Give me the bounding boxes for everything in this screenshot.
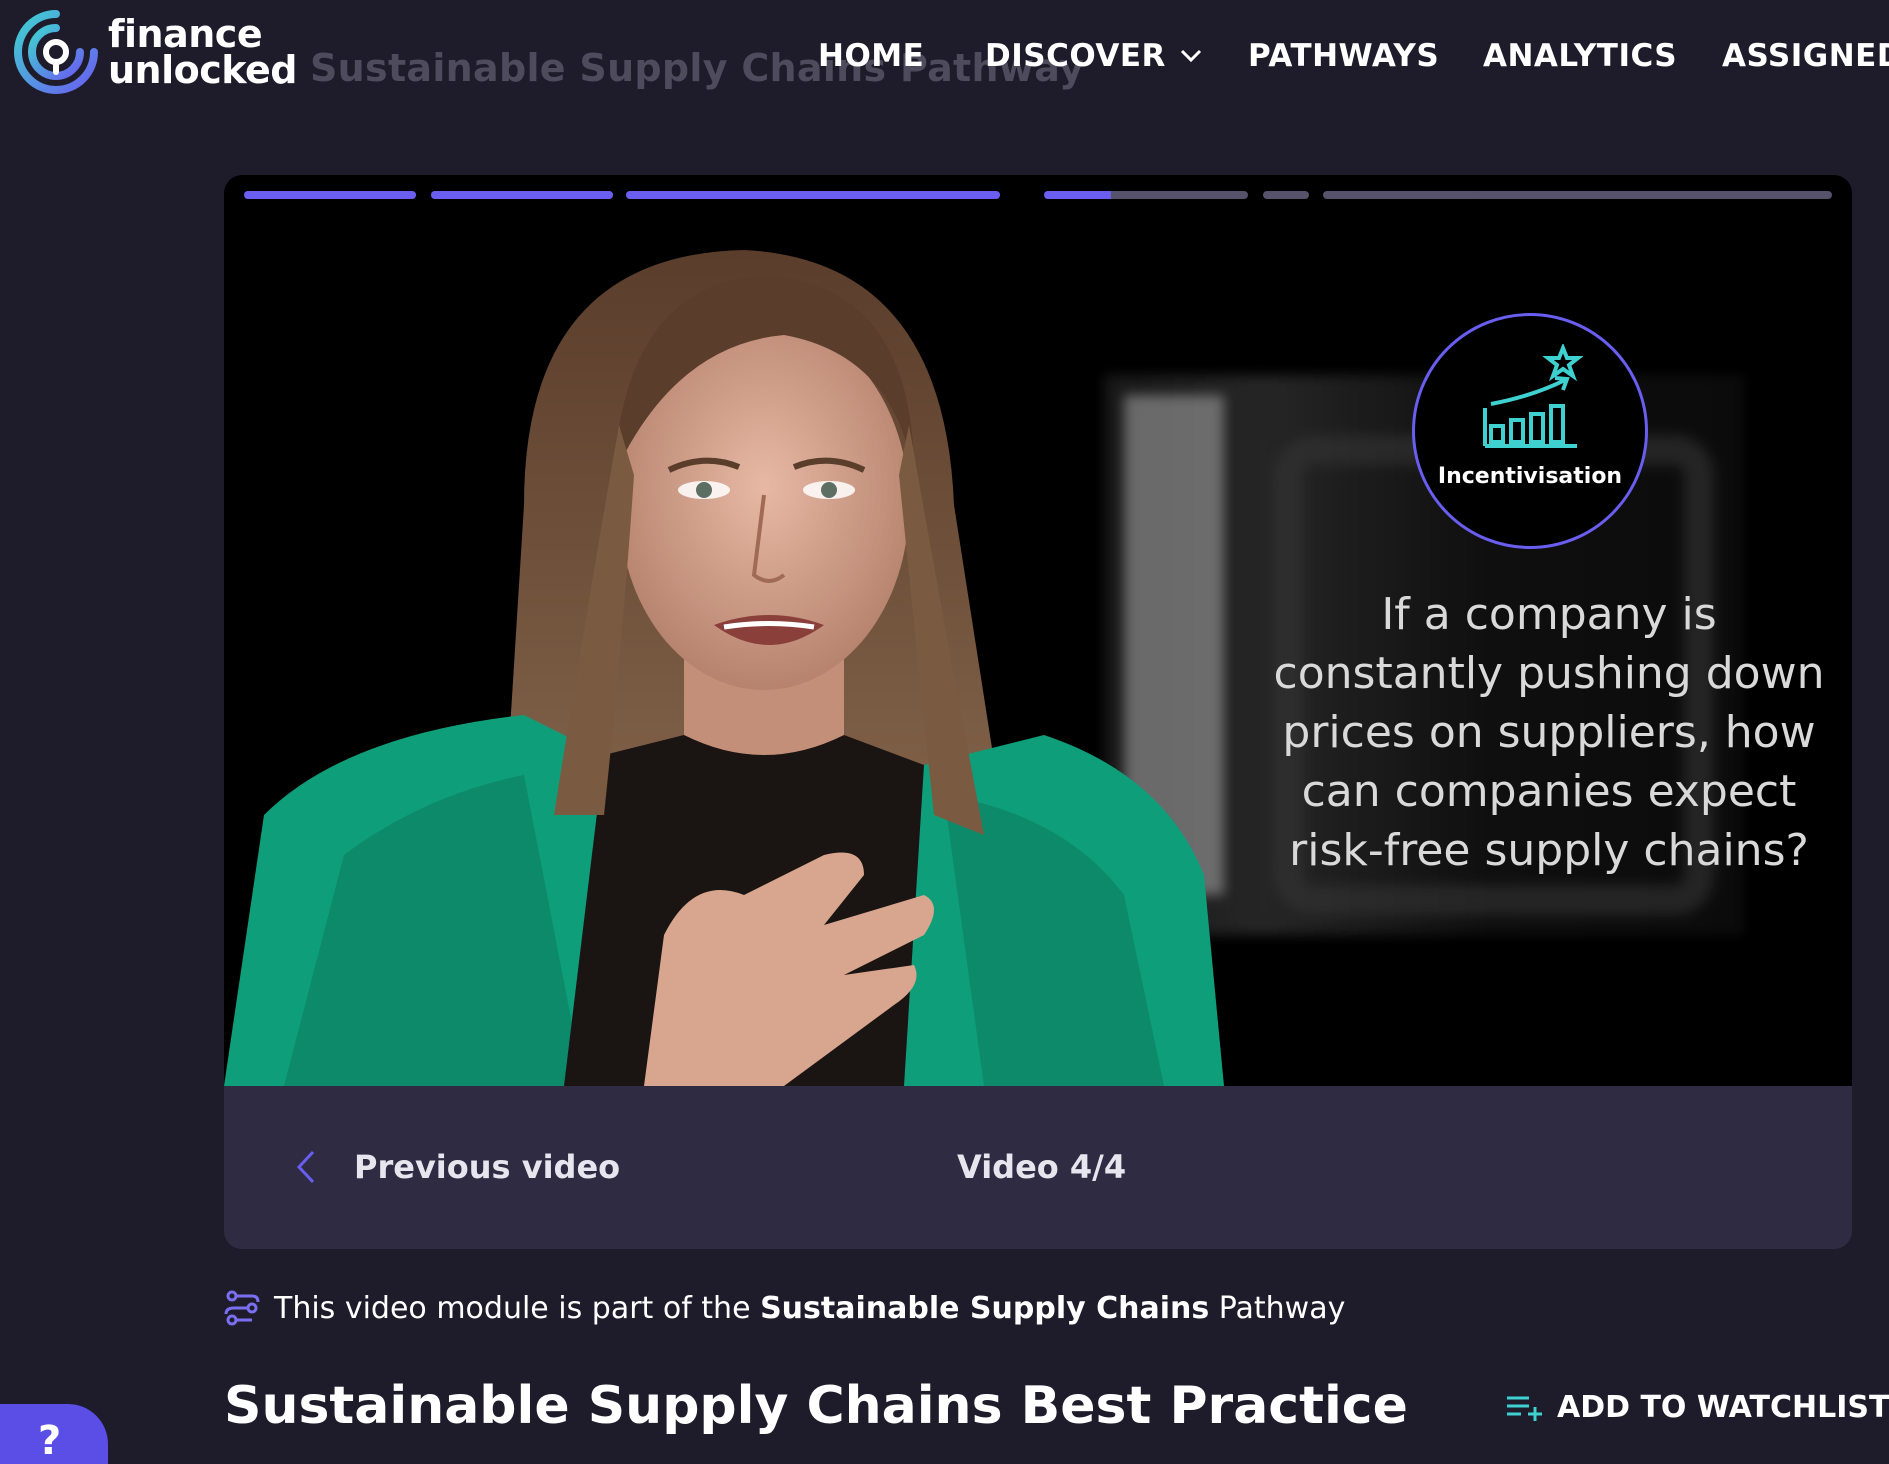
top-header: finance unlocked Sustainable Supply Chai… [0,0,1889,115]
chapter-segment[interactable] [1263,191,1309,199]
nav-home-label: HOME [818,38,925,74]
chapter-segment-fill [244,191,416,199]
main-nav: HOME DISCOVER PATHWAYS ANALYTICS ASSIGNE… [0,38,1889,78]
chapter-progress-bar [244,191,1832,199]
chevron-left-icon [296,1150,315,1184]
chapter-segment[interactable] [626,191,1000,199]
pathway-note-prefix: This video module is part of the [274,1290,751,1326]
chapter-segment[interactable] [244,191,416,199]
add-to-watchlist-button[interactable]: ADD TO WATCHLIST [1505,1390,1889,1425]
pathway-icon [224,1290,260,1326]
chevron-down-icon [1180,49,1201,63]
nav-assigned[interactable]: ASSIGNED I [1722,38,1889,74]
chapter-segment-fill [431,191,613,199]
pathway-name-link[interactable]: Sustainable Supply Chains [760,1291,1209,1326]
nav-assigned-label: ASSIGNED I [1722,38,1889,74]
video-quote-text: If a company is constantly pushing down … [1273,589,1825,876]
nav-pathways[interactable]: PATHWAYS [1248,38,1439,74]
watchlist-label: ADD TO WATCHLIST [1557,1390,1889,1425]
previous-video-label: Previous video [354,1148,621,1186]
video-player: Incentivisation If a company is constant… [224,175,1852,1249]
player-controls: Previous video Video 4/4 [224,1086,1852,1249]
topic-badge: Incentivisation [1412,313,1648,549]
chapter-segment[interactable] [1323,191,1481,199]
nav-analytics-label: ANALYTICS [1483,38,1678,74]
help-button[interactable]: ? [0,1404,108,1464]
nav-discover[interactable]: DISCOVER [985,38,1202,74]
chapter-segment-fill [626,191,1000,199]
page-title: Sustainable Supply Chains Best Practice [224,1376,1408,1436]
nav-discover-label: DISCOVER [985,38,1166,74]
pathway-note-suffix: Pathway [1218,1290,1346,1326]
nav-pathways-label: PATHWAYS [1248,38,1440,74]
presenter-image [224,250,1224,1086]
nav-home[interactable]: HOME [818,38,924,74]
help-button-label: ? [38,1418,62,1464]
chapter-segment[interactable] [431,191,613,199]
video-counter: Video 4/4 [957,1148,1127,1186]
video-frame[interactable]: Incentivisation If a company is constant… [224,175,1852,1086]
badge-label: Incentivisation [1437,464,1623,489]
chapter-segment[interactable] [1474,191,1832,199]
nav-analytics[interactable]: ANALYTICS [1483,38,1677,74]
trophy-chart-icon [1483,344,1583,448]
playlist-add-icon [1507,1396,1542,1421]
previous-video-button[interactable]: Previous video [296,1148,620,1186]
chapter-segment-fill [1044,191,1112,199]
chapter-segment[interactable] [1044,191,1248,199]
pathway-note: This video module is part of the Sustain… [224,1290,1345,1326]
